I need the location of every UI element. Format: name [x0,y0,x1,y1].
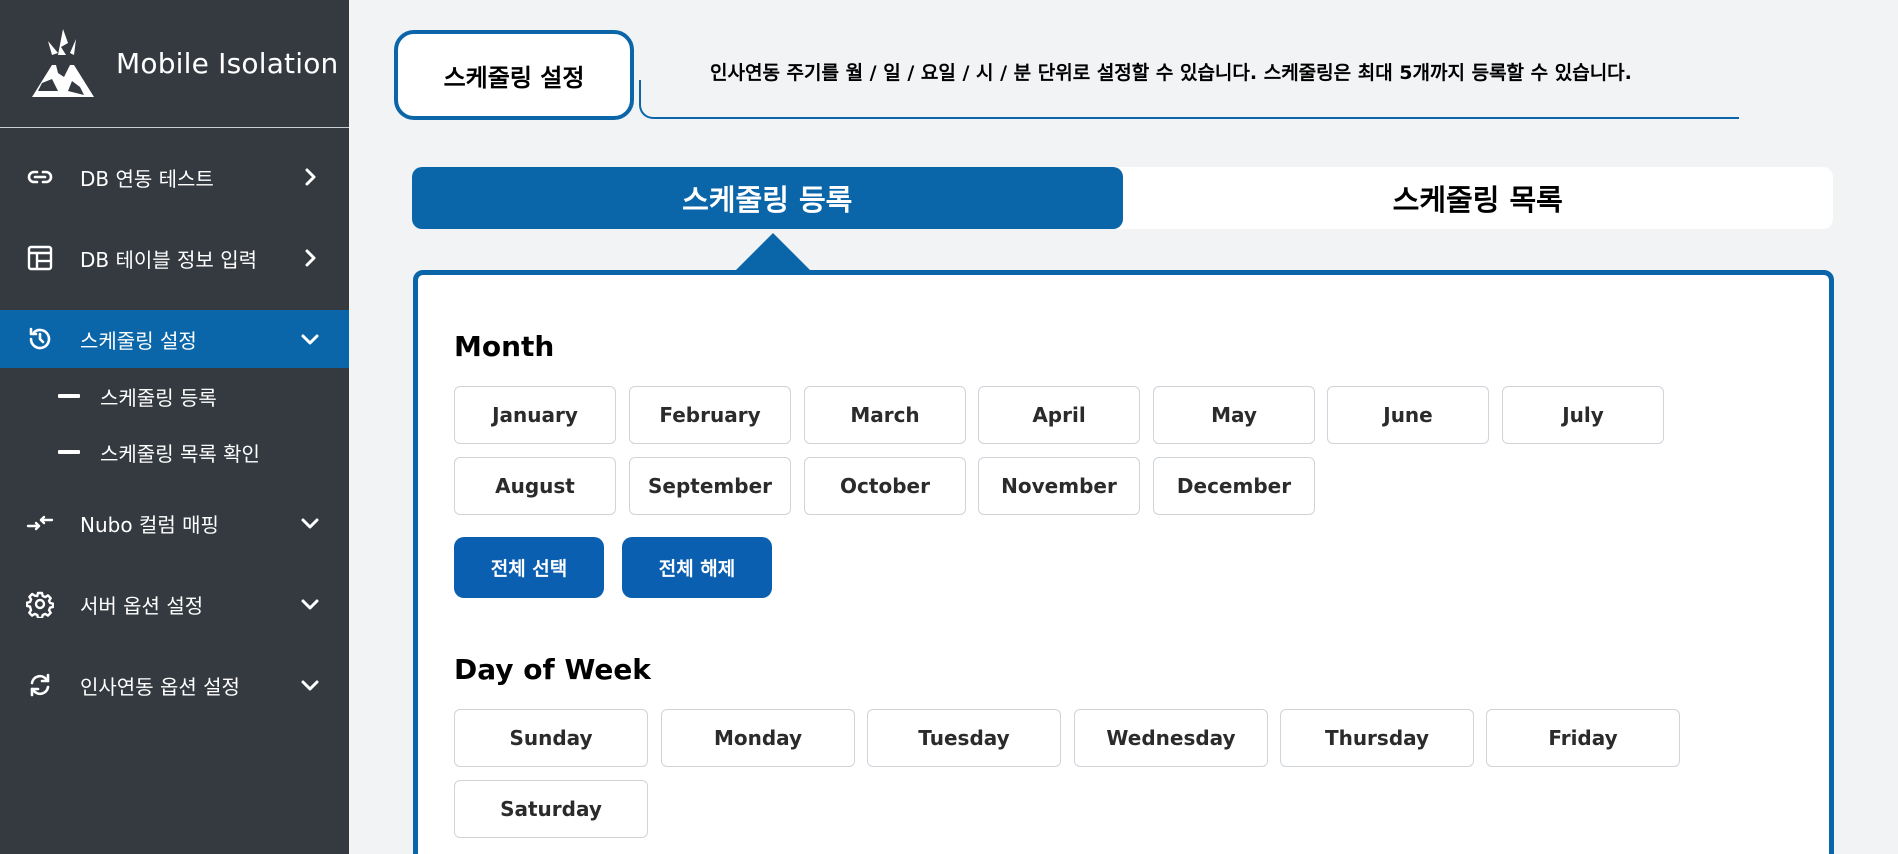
sidebar-item-label: DB 테이블 정보 입력 [80,247,257,272]
day-button-thursday[interactable]: Thursday [1280,709,1474,767]
day-button-tuesday[interactable]: Tuesday [867,709,1061,767]
month-button-august[interactable]: August [454,457,616,515]
sidebar-subitem-schedule-register[interactable]: 스케줄링 등록 [0,368,349,424]
select-all-button[interactable]: 전체 선택 [454,537,604,598]
dash-icon [58,394,80,398]
dash-icon [58,450,80,454]
month-button-february[interactable]: February [629,386,791,444]
month-button-december[interactable]: December [1153,457,1315,515]
sidebar-item-label: 스케줄링 설정 [80,328,197,353]
schedule-form-panel: Month January February March April May J… [413,270,1834,854]
day-button-friday[interactable]: Friday [1486,709,1680,767]
sidebar-item-label: Nubo 컬럼 매핑 [80,512,219,537]
main-content: 스케줄링 설정 인사연동 주기를 월 / 일 / 요일 / 시 / 분 단위로 … [349,0,1898,854]
day-of-week-section-title: Day of Week [454,653,651,686]
sidebar-item-scheduling[interactable]: 스케줄링 설정 [0,310,349,368]
month-section-title: Month [454,330,555,363]
link-icon [26,163,54,191]
tab-pointer [735,233,811,271]
table-icon [26,244,54,272]
sidebar-item-nubo-mapping[interactable]: Nubo 컬럼 매핑 [0,494,349,552]
tab-schedule-list[interactable]: 스케줄링 목록 [1123,167,1834,229]
gear-icon [26,590,54,618]
tab-schedule-register[interactable]: 스케줄링 등록 [412,167,1123,229]
month-button-march[interactable]: March [804,386,966,444]
deselect-all-button[interactable]: 전체 해제 [622,537,772,598]
sidebar-item-label: DB 연동 테스트 [80,166,214,191]
chevron-right-icon [299,166,321,188]
sidebar-item-server-options[interactable]: 서버 옵션 설정 [0,575,349,633]
day-button-wednesday[interactable]: Wednesday [1074,709,1268,767]
month-button-september[interactable]: September [629,457,791,515]
sidebar-item-hr-sync-options[interactable]: 인사연동 옵션 설정 [0,656,349,714]
month-button-may[interactable]: May [1153,386,1315,444]
day-button-monday[interactable]: Monday [661,709,855,767]
month-button-november[interactable]: November [978,457,1140,515]
brand-name: Mobile Isolation [116,47,339,80]
page-title: 스케줄링 설정 [394,30,634,120]
day-button-saturday[interactable]: Saturday [454,780,648,838]
sync-icon [26,671,54,699]
page-description: 인사연동 주기를 월 / 일 / 요일 / 시 / 분 단위로 설정할 수 있습… [710,62,1632,84]
sidebar-subitem-schedule-list[interactable]: 스케줄링 목록 확인 [0,424,349,480]
chevron-down-icon [299,593,321,615]
volcano-logo-icon [32,28,94,97]
brand[interactable]: Mobile Isolation [0,0,349,128]
month-button-october[interactable]: October [804,457,966,515]
tab-bar: 스케줄링 등록 스케줄링 목록 [412,167,1833,229]
chevron-down-icon [299,674,321,696]
sidebar-subitem-label: 스케줄링 목록 확인 [100,441,260,466]
sidebar-nav: DB 연동 테스트 DB 테이블 정보 입력 스케줄링 설정 스케줄링 등록 스… [0,148,349,714]
month-button-april[interactable]: April [978,386,1140,444]
chevron-down-icon [299,512,321,534]
title-underline [639,80,1739,119]
sidebar-item-db-table[interactable]: DB 테이블 정보 입력 [0,229,349,287]
sidebar-item-label: 서버 옵션 설정 [80,593,204,618]
sidebar-item-label: 인사연동 옵션 설정 [80,674,240,699]
sidebar: Mobile Isolation DB 연동 테스트 DB 테이블 정보 입력 [0,0,349,854]
month-button-june[interactable]: June [1327,386,1489,444]
sidebar-item-db-test[interactable]: DB 연동 테스트 [0,148,349,206]
day-button-sunday[interactable]: Sunday [454,709,648,767]
chevron-right-icon [299,247,321,269]
month-button-january[interactable]: January [454,386,616,444]
chevron-down-icon [299,328,321,350]
month-button-july[interactable]: July [1502,386,1664,444]
clock-refresh-icon [26,325,54,353]
sidebar-subitem-label: 스케줄링 등록 [100,385,217,410]
mapping-arrows-icon [26,509,54,537]
